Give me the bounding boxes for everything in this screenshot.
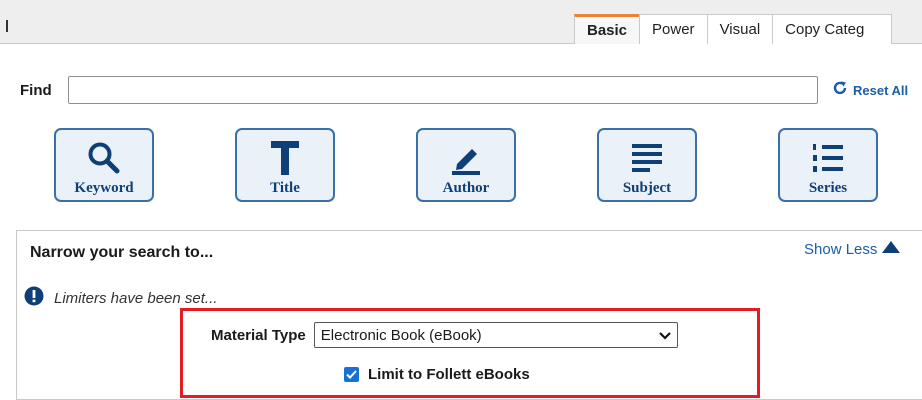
keyword-search-button[interactable]: Keyword bbox=[54, 128, 154, 202]
find-input[interactable] bbox=[68, 76, 818, 104]
tab-basic[interactable]: Basic bbox=[574, 14, 641, 44]
find-label: Find bbox=[20, 82, 52, 99]
reset-all-label: Reset All bbox=[853, 83, 909, 98]
series-label: Series bbox=[808, 180, 848, 196]
keyword-label: Keyword bbox=[74, 180, 134, 196]
title-t-icon bbox=[265, 138, 305, 178]
reset-all-button[interactable]: Reset All bbox=[832, 80, 908, 101]
numbered-list-icon bbox=[808, 138, 848, 178]
author-search-button[interactable]: Author bbox=[416, 128, 516, 202]
triangle-up-icon bbox=[881, 240, 901, 259]
refresh-icon bbox=[832, 80, 848, 101]
material-type-label: Material Type bbox=[211, 326, 306, 344]
series-search-button[interactable]: Series bbox=[778, 128, 878, 202]
limit-follett-label: Limit to Follett eBooks bbox=[368, 366, 530, 383]
limit-follett-ebooks-option[interactable]: Limit to Follett eBooks bbox=[344, 366, 530, 383]
chevron-down-icon bbox=[658, 327, 671, 344]
material-type-value: Electronic Book (eBook) bbox=[320, 326, 482, 344]
title-label: Title bbox=[270, 180, 300, 196]
tab-visual[interactable]: Visual bbox=[706, 14, 774, 44]
magnifier-icon bbox=[84, 138, 124, 178]
limit-follett-checkbox[interactable] bbox=[344, 367, 359, 382]
material-type-select[interactable]: Electronic Book (eBook) bbox=[313, 322, 678, 348]
top-bar: Basic Power Visual Copy Categ bbox=[0, 0, 922, 44]
title-search-button[interactable]: Title bbox=[235, 128, 335, 202]
author-label: Author bbox=[442, 180, 490, 196]
window-edge-marker bbox=[6, 20, 8, 32]
limiters-notice-text: Limiters have been set... bbox=[54, 290, 218, 307]
pencil-icon bbox=[446, 138, 486, 178]
tab-copy-categories[interactable]: Copy Categ bbox=[772, 14, 893, 44]
find-row: Find Reset All bbox=[0, 74, 922, 106]
subject-label: Subject bbox=[622, 180, 672, 196]
alert-icon bbox=[24, 286, 44, 311]
show-less-toggle[interactable]: Show Less bbox=[804, 240, 901, 259]
narrow-title: Narrow your search to... bbox=[30, 244, 214, 261]
search-mode-tabs: Basic Power Visual Copy Categ bbox=[574, 14, 893, 44]
lines-icon bbox=[627, 138, 667, 178]
show-less-label: Show Less bbox=[804, 241, 878, 258]
tab-power[interactable]: Power bbox=[639, 14, 708, 44]
subject-search-button[interactable]: Subject bbox=[597, 128, 697, 202]
material-type-row: Material Type Electronic Book (eBook) bbox=[211, 322, 678, 348]
